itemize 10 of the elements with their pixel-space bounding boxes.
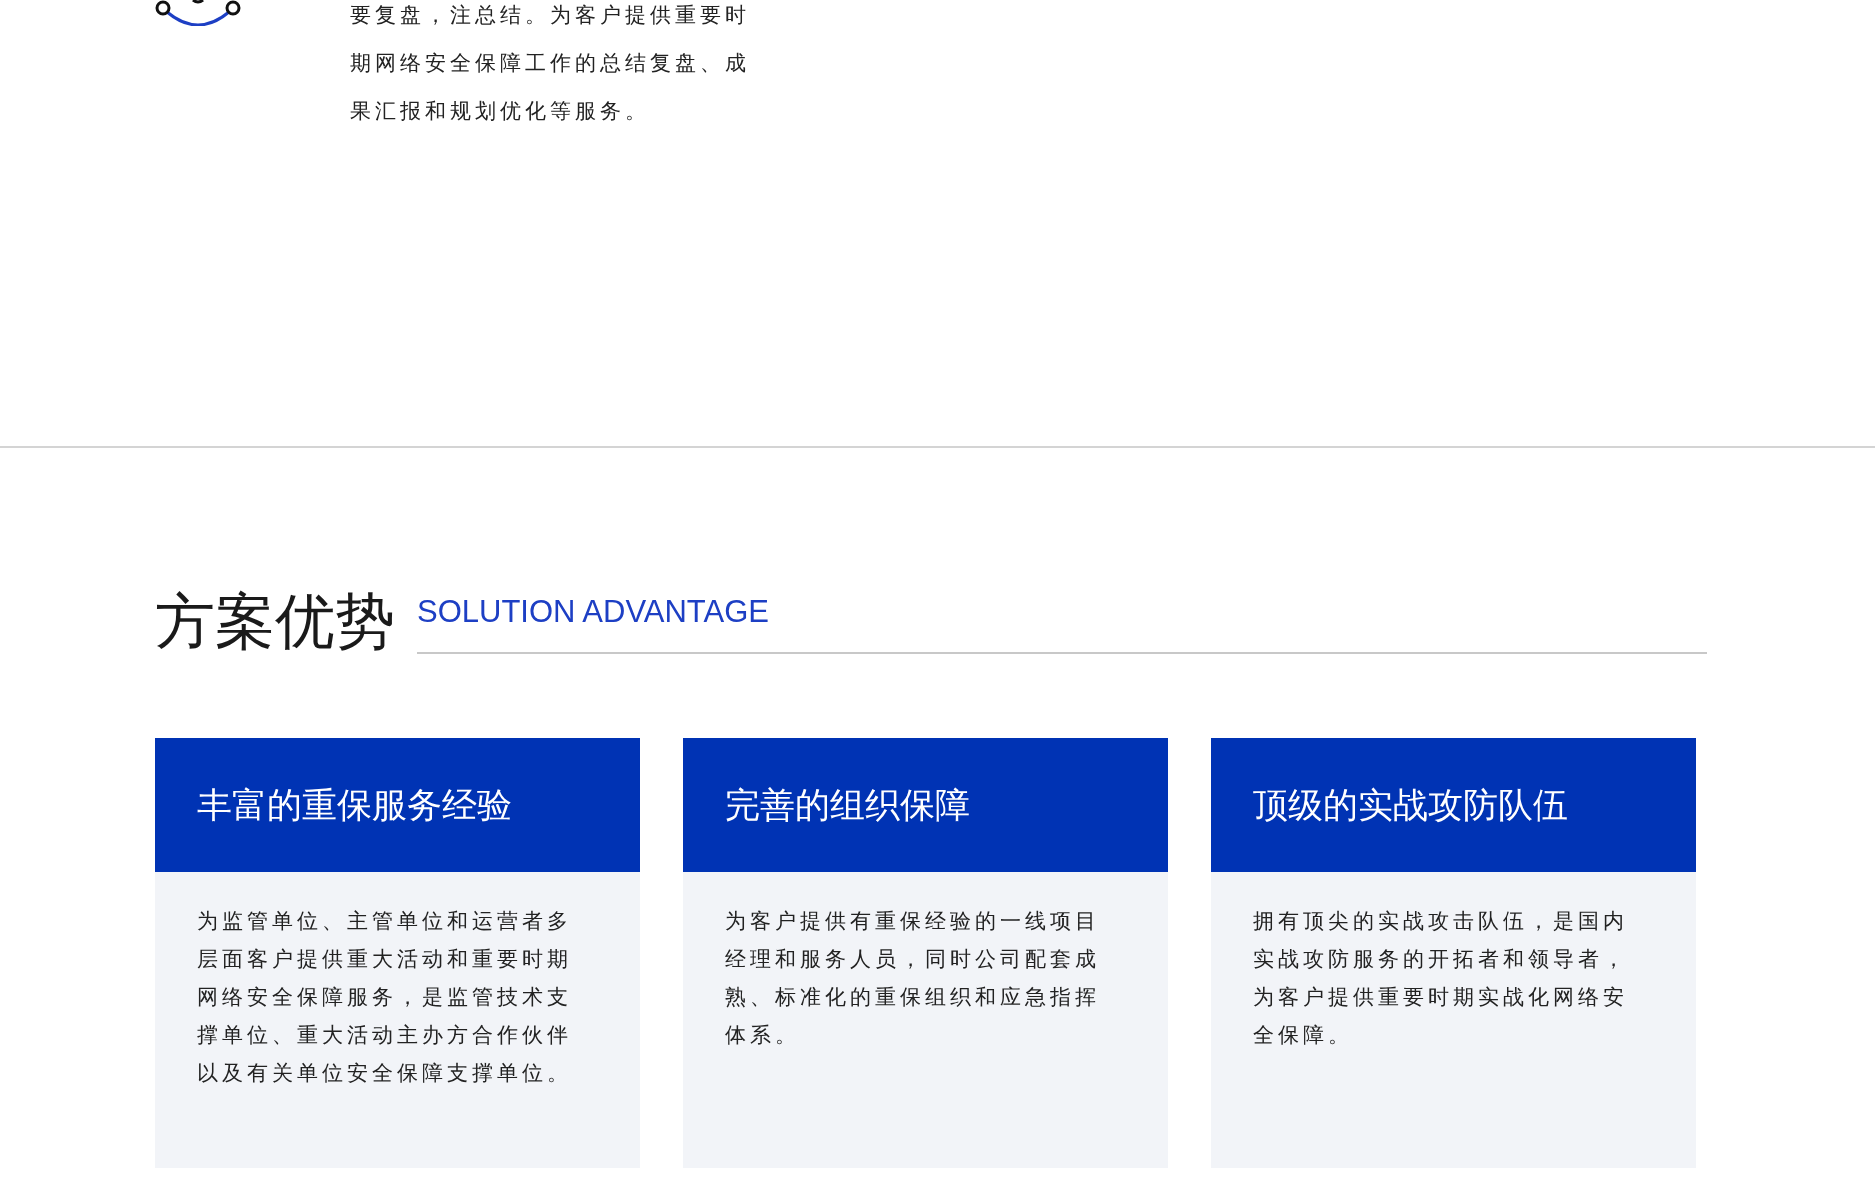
card-description: 拥有顶尖的实战攻击队伍，是国内实战攻防服务的开拓者和领导者，为客户提供重要时期实战化网络安全保障。 <box>1253 908 1629 1049</box>
section-subtitle: SOLUTION ADVANTAGE <box>417 594 769 629</box>
card-title: 丰富的重保服务经验 <box>197 783 512 827</box>
card-title: 完善的组织保障 <box>725 783 970 827</box>
card-description: 为监管单位、主管单位和运营者多层面客户提供重大活动和重要时期网络安全保障服务，是监管技术支撑单位、重大活动主办方合作伙伴以及有关单位安全保障支撑单位。 <box>197 908 573 1087</box>
card-description: 为客户提供有重保经验的一线项目经理和服务人员，同时公司配套成熟、标准化的重保组织和应急指挥体系。 <box>725 908 1101 1049</box>
section-title: 方案优势 <box>155 588 395 654</box>
service-description: 要复盘，注总结。为客户提供重要时期网络安全保障工作的总结复盘、成果汇报和规划优化等服务。 <box>350 2 751 125</box>
network-node-icon <box>155 0 241 26</box>
card-title: 顶级的实战攻防队伍 <box>1253 783 1568 827</box>
